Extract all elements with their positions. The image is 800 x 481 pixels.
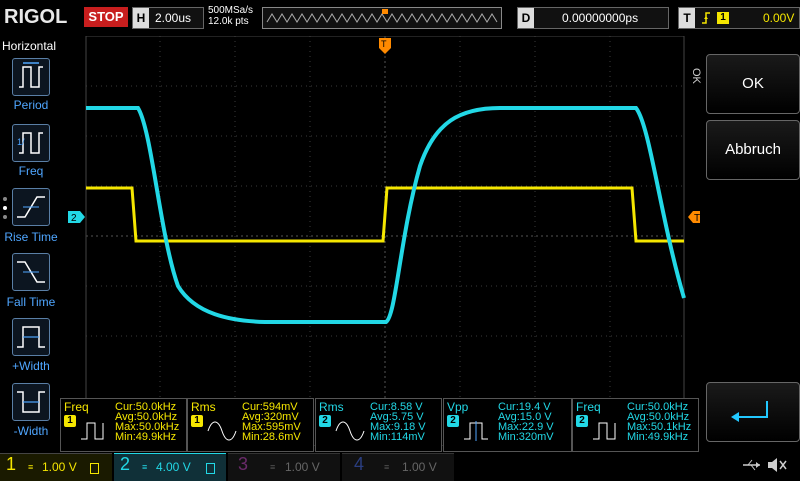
channel-badge: 2 <box>576 415 588 427</box>
fall-time-icon <box>17 261 45 283</box>
cancel-button[interactable]: Abbruch <box>706 120 800 180</box>
channel-4-number: 4 <box>354 454 365 474</box>
measurement-values: Cur:50.0kHz Avg:50.0kHz Max:50.0kHz Min:49.… <box>115 401 180 443</box>
period-label: Period <box>13 98 49 112</box>
trigger-position-bar[interactable] <box>262 7 502 29</box>
measurement-freq-ch1[interactable]: Freq 1 Cur:50.0kHz Avg:50.0kHz Max:50.0kHz… <box>60 398 187 452</box>
rms-measure-icon <box>335 421 365 441</box>
rise-time-button[interactable] <box>12 188 50 226</box>
period-icon <box>19 62 43 88</box>
trigger-position-waveform-icon <box>266 9 498 23</box>
channel-4-scale: 1.00 V <box>402 460 437 474</box>
channel-2-impedance-icon <box>206 463 215 474</box>
trigger-box[interactable]: T 1 0.00V <box>678 7 800 29</box>
timebase-box[interactable]: H 2.00us <box>132 7 204 29</box>
channel-1-scale: 1.00 V <box>42 460 77 474</box>
positive-width-button[interactable] <box>12 318 50 356</box>
brand-logo: RIGOL <box>4 6 68 28</box>
channel-1-tab[interactable]: 1 ≡ 1.00 V <box>0 453 112 481</box>
freq-label: Freq <box>18 164 44 178</box>
channel-1-number: 1 <box>6 454 17 474</box>
run-stop-indicator[interactable]: STOP <box>84 7 128 27</box>
channel-badge: 1 <box>191 415 203 427</box>
channel-badge: 2 <box>319 415 331 427</box>
memory-depth: 12.0k pts <box>208 16 249 27</box>
acquisition-info: 500MSa/s 12.0k pts <box>208 5 253 27</box>
channel-badge: 2 <box>447 415 459 427</box>
svg-text:T: T <box>381 39 387 49</box>
timebase-label: H <box>133 8 149 28</box>
freq-button[interactable]: 1/ <box>12 124 50 162</box>
fall-time-button[interactable] <box>12 253 50 291</box>
freq-measure-icon <box>81 422 104 440</box>
rising-edge-icon <box>702 12 710 24</box>
channel-1-impedance-icon <box>90 463 99 474</box>
menu-title: Horizontal <box>2 39 57 53</box>
ch2-offset-marker[interactable]: 2 <box>68 211 85 224</box>
channel-2-scale: 4.00 V <box>156 460 191 474</box>
dc-coupling-icon: ≡ <box>270 462 276 472</box>
trigger-source-badge: 1 <box>717 12 729 24</box>
channel-2-tab[interactable]: 2 ≡ 4.00 V <box>114 453 226 481</box>
measurement-values: Cur:50.0kHz Avg:50.0kHz Max:50.1kHz Min:49.… <box>627 401 692 443</box>
enter-arrow-icon <box>731 401 768 422</box>
measurement-name: Rms <box>191 400 216 414</box>
freq-measure-icon <box>593 422 616 440</box>
channel-3-tab[interactable]: 3 ≡ 1.00 V <box>228 453 340 481</box>
svg-text:2: 2 <box>71 213 77 224</box>
svg-text:T: T <box>694 213 700 224</box>
rise-time-icon <box>17 196 45 218</box>
measurement-name: Freq <box>576 400 601 414</box>
measurement-values: Cur:19.4 V Avg:15.0 V Max:22.9 V Min:320mV <box>498 401 554 443</box>
measurement-rms-ch1[interactable]: Rms 1 Cur:594mV Avg:320mV Max:595mV Min:28.… <box>187 398 314 452</box>
speaker-muted-icon[interactable] <box>766 456 788 479</box>
rms-measure-icon <box>207 421 237 441</box>
measurement-name: Rms <box>319 400 344 414</box>
negative-width-button[interactable] <box>12 383 50 421</box>
measurement-name: Vpp <box>447 400 469 414</box>
ok-button[interactable]: OK <box>706 54 800 114</box>
trigger-level-marker[interactable]: T <box>688 211 700 224</box>
svg-text:1/: 1/ <box>17 137 25 147</box>
measurement-name: Freq <box>64 400 89 414</box>
timebase-value: 2.00us <box>155 11 192 25</box>
page-indicator-dots <box>3 197 7 221</box>
measurement-vpp-ch2[interactable]: Vpp 2 Cur:19.4 V Avg:15.0 V Max:22.9 V Min:… <box>443 398 572 452</box>
negative-width-label: -Width <box>13 424 49 438</box>
freq-icon: 1/ <box>17 132 43 154</box>
rise-time-label: Rise Time <box>4 230 58 244</box>
positive-width-icon <box>17 326 45 348</box>
sample-rate: 500MSa/s <box>208 5 254 16</box>
measurement-rms-ch2[interactable]: Rms 2 Cur:8.58 V Avg:5.75 V Max:9.18 V Min:… <box>315 398 442 452</box>
measurement-values: Cur:594mV Avg:320mV Max:595mV Min:28.6mV <box>242 401 301 443</box>
channel-3-number: 3 <box>238 454 249 474</box>
fall-time-label: Fall Time <box>6 295 56 309</box>
delay-box[interactable]: D 0.00000000ps <box>517 7 669 29</box>
trigger-level: 0.00V <box>763 11 795 25</box>
channel-2-number: 2 <box>120 454 131 474</box>
measurement-freq-ch2[interactable]: Freq 2 Cur:50.0kHz Avg:50.0kHz Max:50.1kHz… <box>572 398 699 452</box>
channel-badge: 1 <box>64 415 76 427</box>
delay-label: D <box>518 8 534 28</box>
period-button[interactable] <box>12 58 50 96</box>
enter-button[interactable] <box>706 382 800 442</box>
channel-3-scale: 1.00 V <box>285 460 320 474</box>
negative-width-icon <box>17 391 45 413</box>
positive-width-label: +Width <box>12 359 50 373</box>
dc-coupling-icon: ≡ <box>142 462 148 472</box>
channel-4-tab[interactable]: 4 ≡ 1.00 V <box>342 453 454 481</box>
trigger-label: T <box>679 8 695 28</box>
vpp-measure-icon <box>464 421 488 441</box>
measurement-values: Cur:8.58 V Avg:5.75 V Max:9.18 V Min:114mV <box>370 401 426 443</box>
usb-icon <box>742 458 762 477</box>
waveform-display[interactable]: 2 T T <box>60 36 700 446</box>
dc-coupling-icon: ≡ <box>384 462 390 472</box>
delay-value: 0.00000000ps <box>562 11 639 25</box>
dc-coupling-icon: ≡ <box>28 462 34 472</box>
